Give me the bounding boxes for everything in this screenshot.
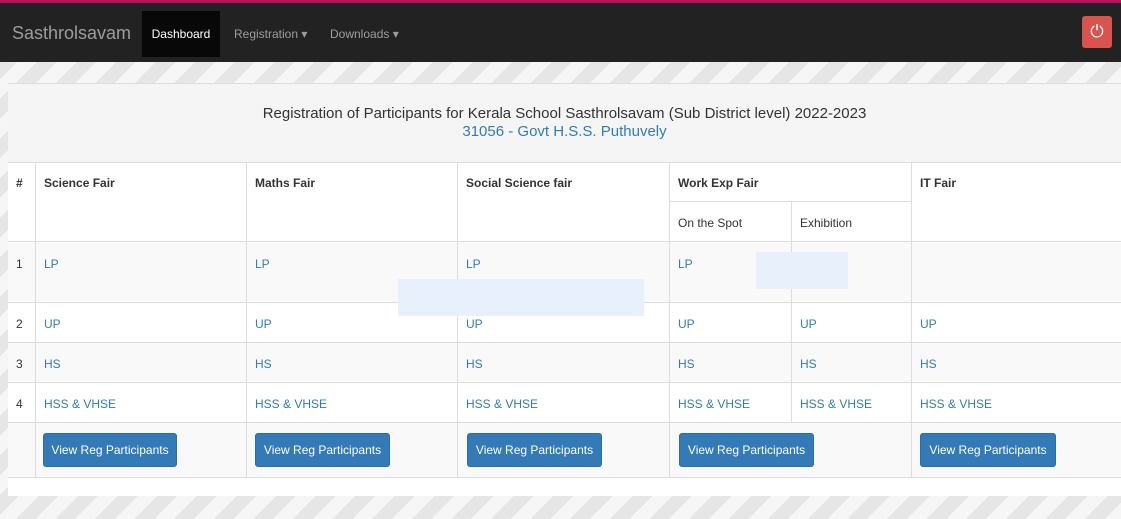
- power-icon: ⏻: [1090, 22, 1104, 41]
- panel-heading: Registration of Participants for Kerala …: [8, 84, 1121, 163]
- link-maths-hss[interactable]: HSS & VHSE: [247, 383, 458, 423]
- nav-dashboard[interactable]: Dashboard: [142, 11, 220, 57]
- view-maths-participants-button[interactable]: View Reg Participants: [255, 433, 390, 467]
- col-header-social: Social Science fair: [458, 162, 670, 242]
- link-science-hss[interactable]: HSS & VHSE: [36, 383, 247, 423]
- view-it-participants-button[interactable]: View Reg Participants: [920, 433, 1056, 467]
- link-exhibition-up[interactable]: UP: [792, 303, 912, 343]
- nav-downloads-dropdown[interactable]: Downloads ▾: [330, 27, 399, 41]
- view-science-participants-button[interactable]: View Reg Participants: [43, 433, 177, 467]
- link-exhibition-hs[interactable]: HS: [792, 343, 912, 383]
- view-social-participants-button[interactable]: View Reg Participants: [467, 433, 602, 467]
- highlight-overlay: [756, 252, 848, 289]
- link-onspot-up[interactable]: UP: [670, 303, 792, 343]
- school-name: 31056 - Govt H.S.S. Puthuvely: [462, 123, 667, 140]
- col-header-science: Science Fair: [36, 162, 247, 242]
- top-navbar: Sasthrolsavam Dashboard Registration ▾ D…: [0, 0, 1121, 62]
- col-header-onspot: On the Spot: [670, 202, 792, 242]
- row-number: 1: [8, 242, 36, 303]
- row-number: [8, 423, 36, 478]
- highlight-overlay: [398, 279, 644, 316]
- link-science-up[interactable]: UP: [36, 303, 247, 343]
- link-science-lp[interactable]: LP: [36, 242, 247, 303]
- row-number: 4: [8, 383, 36, 423]
- link-social-hss[interactable]: HSS & VHSE: [458, 383, 670, 423]
- logout-button[interactable]: ⏻: [1082, 16, 1112, 48]
- col-header-it: IT Fair: [912, 162, 1121, 242]
- nav-registration-dropdown[interactable]: Registration ▾: [234, 27, 307, 41]
- link-onspot-hs[interactable]: HS: [670, 343, 792, 383]
- link-maths-hs[interactable]: HS: [247, 343, 458, 383]
- row-number: 2: [8, 303, 36, 343]
- page-title: Registration of Participants for Kerala …: [262, 105, 867, 122]
- col-header-num: #: [8, 162, 36, 242]
- link-it-up[interactable]: UP: [912, 303, 1121, 343]
- brand-link[interactable]: Sasthrolsavam: [12, 23, 131, 44]
- link-science-hs[interactable]: HS: [36, 343, 247, 383]
- row-number: 3: [8, 343, 36, 383]
- link-social-hs[interactable]: HS: [458, 343, 670, 383]
- link-onspot-hss[interactable]: HSS & VHSE: [670, 383, 792, 423]
- col-header-workexp: Work Exp Fair: [670, 162, 912, 202]
- link-it-hss[interactable]: HSS & VHSE: [912, 383, 1121, 423]
- link-it-hs[interactable]: HS: [912, 343, 1121, 383]
- col-header-maths: Maths Fair: [247, 162, 458, 242]
- link-exhibition-hss[interactable]: HSS & VHSE: [792, 383, 912, 423]
- col-header-exhibition: Exhibition: [792, 202, 912, 242]
- view-workexp-participants-button[interactable]: View Reg Participants: [679, 433, 814, 467]
- link-it-lp[interactable]: [912, 242, 1121, 303]
